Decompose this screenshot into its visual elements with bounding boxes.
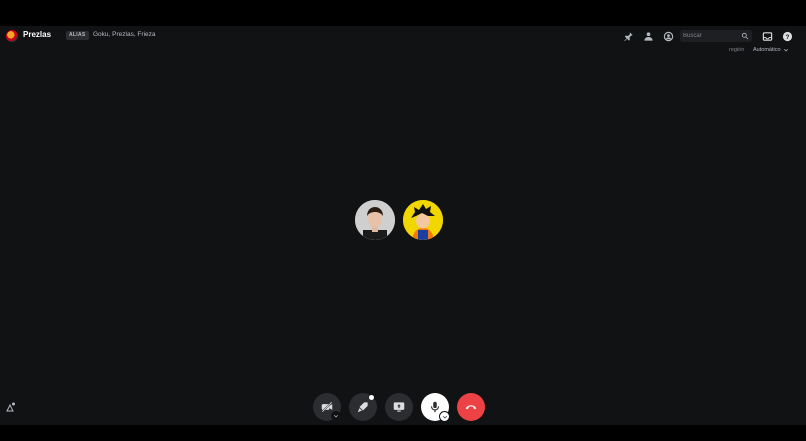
search-input[interactable] — [683, 30, 738, 42]
microphone-options-caret[interactable] — [439, 411, 450, 422]
chevron-down-icon — [442, 415, 447, 419]
region-label: región — [729, 47, 745, 53]
bottom-letterbox — [0, 425, 806, 441]
disconnect-button[interactable] — [457, 393, 485, 421]
pin-icon[interactable] — [621, 29, 635, 43]
chevron-down-icon — [783, 48, 788, 52]
channel-title: Prezlas — [23, 30, 52, 39]
region-select[interactable]: Automático — [753, 47, 789, 53]
profile-icon[interactable] — [661, 29, 675, 43]
search-box[interactable] — [680, 30, 752, 42]
activity-icon[interactable] — [5, 400, 17, 412]
participant-avatar-goku[interactable] — [403, 200, 443, 240]
alias-badge: ALIAS — [66, 31, 89, 40]
region-value: Automático — [753, 47, 781, 53]
top-letterbox — [0, 0, 806, 26]
help-icon[interactable]: ? — [780, 29, 794, 43]
member-list[interactable]: Goku, Prezlas, Frieza — [93, 31, 156, 38]
inbox-icon[interactable] — [760, 29, 774, 43]
add-member-icon[interactable] — [641, 29, 655, 43]
hang-up-icon — [465, 405, 477, 410]
share-screen-button[interactable] — [385, 393, 413, 421]
activities-notification-dot — [369, 395, 374, 400]
goku-avatar-icon — [403, 200, 443, 240]
man-avatar-icon — [355, 200, 395, 240]
search-icon — [741, 32, 749, 40]
camera-options-caret[interactable] — [331, 411, 341, 421]
rocket-icon — [357, 402, 368, 413]
participant-avatar-prezlas[interactable] — [355, 200, 395, 240]
chevron-down-icon — [333, 414, 339, 418]
svg-text:?: ? — [785, 33, 789, 40]
dm-group-icon — [6, 30, 18, 42]
screen-share-icon — [393, 402, 405, 412]
